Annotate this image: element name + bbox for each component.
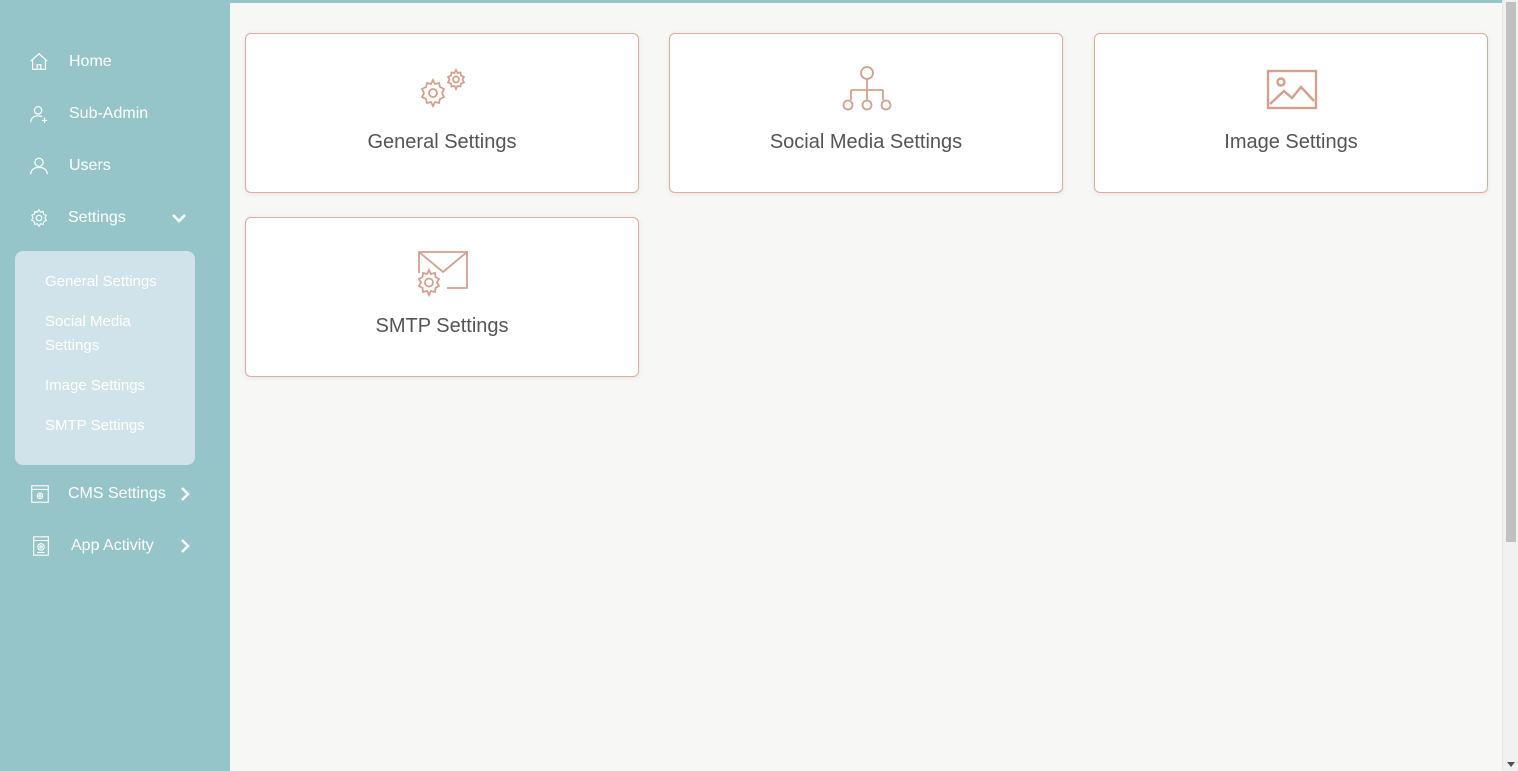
submenu-item-general-settings[interactable]: General Settings [45,270,185,294]
sidebar-item-sub-admin[interactable]: Sub-Admin [0,94,230,134]
chevron-right-icon [181,487,190,501]
sidebar-item-users[interactable]: Users [0,146,230,186]
sidebar-item-home[interactable]: Home [0,42,230,82]
card-title: General Settings [367,131,517,153]
smtp-settings-card[interactable]: SMTP Settings [245,217,639,377]
user-icon [30,157,48,175]
chevron-right-icon [181,539,190,553]
sidebar-item-label: Home [69,53,112,70]
home-icon [30,52,48,70]
scrollbar-thumb[interactable] [1506,2,1516,542]
image-settings-card[interactable]: Image Settings [1094,33,1488,193]
general-settings-card[interactable]: General Settings [245,33,639,193]
settings-submenu: General Settings Social Media Settings I… [15,251,195,465]
sidebar-item-label: App Activity [71,537,154,554]
image-icon [1266,69,1318,110]
sidebar-item-cms-settings[interactable]: CMS Settings [0,474,230,514]
sidebar-item-app-activity[interactable]: App Activity [0,526,230,566]
main-content: General Settings Social Media Settings I… [230,3,1502,771]
sidebar: Home Sub-Admin Users Settings General Se… [0,0,230,771]
scroll-down-arrow-icon[interactable] [1506,759,1516,769]
app-root: Home Sub-Admin Users Settings General Se… [0,0,1518,771]
social-media-settings-card[interactable]: Social Media Settings [669,33,1063,193]
activity-icon [33,536,49,556]
submenu-item-smtp-settings[interactable]: SMTP Settings [45,414,185,438]
card-title: SMTP Settings [375,315,509,337]
add-user-icon [30,106,48,124]
submenu-item-social-media-settings[interactable]: Social Media Settings [45,310,185,358]
card-title: Image Settings [1224,131,1358,153]
sidebar-item-label: Users [69,157,111,174]
chevron-down-icon [172,214,186,223]
card-title: Social Media Settings [769,131,963,153]
gear-icon [30,208,48,228]
sidebar-item-settings[interactable]: Settings [0,198,230,238]
mail-gear-icon [417,251,468,298]
sidebar-item-label: Settings [68,209,126,226]
cms-icon [31,485,49,503]
submenu-item-image-settings[interactable]: Image Settings [45,374,185,398]
vertical-scrollbar[interactable] [1502,0,1518,771]
sidebar-item-label: Sub-Admin [69,105,149,122]
gears-icon [420,67,466,109]
network-icon [842,66,892,111]
sidebar-item-label: CMS Settings [68,485,166,502]
